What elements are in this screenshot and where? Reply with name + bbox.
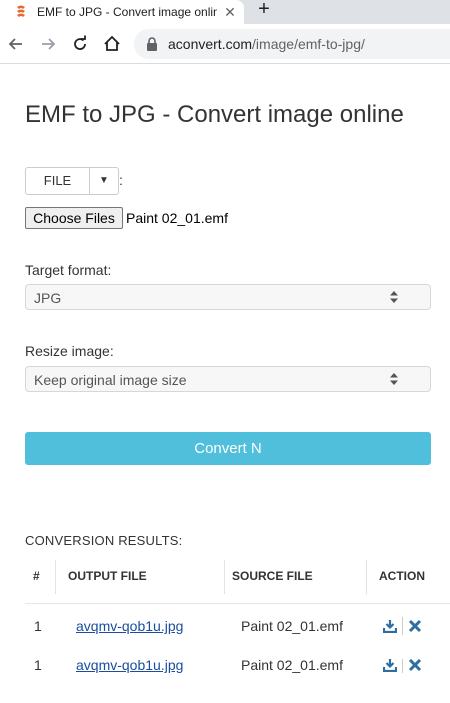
column-divider xyxy=(366,560,367,594)
action-divider xyxy=(402,617,403,635)
tab-strip: EMF to JPG - Convert image online ✕ + xyxy=(0,0,450,24)
target-format-value: JPG xyxy=(34,290,62,306)
choose-files-button[interactable]: Choose Files xyxy=(25,207,123,229)
browser-toolbar: aconvert.com/image/emf-to-jpg/ xyxy=(0,24,450,64)
file-source-dropdown[interactable]: FILE ▼ xyxy=(25,167,119,195)
tab-title: EMF to JPG - Convert image online xyxy=(37,5,217,19)
output-file-link[interactable]: avqmv-qob1u.jpg xyxy=(76,659,183,673)
source-file-name: Paint 02_01.emf xyxy=(241,618,343,634)
forward-icon[interactable] xyxy=(38,34,58,54)
column-header-index: # xyxy=(33,569,40,583)
row-index: 1 xyxy=(34,659,42,673)
close-icon[interactable]: ✕ xyxy=(222,4,238,20)
select-arrows-icon xyxy=(390,291,398,303)
output-file-link[interactable]: avqmv-qob1u.jpg xyxy=(76,618,183,634)
target-format-label: Target format: xyxy=(25,262,112,278)
url-text[interactable]: aconvert.com/image/emf-to-jpg/ xyxy=(168,35,365,53)
page-title: EMF to JPG - Convert image online xyxy=(25,101,404,128)
home-icon[interactable] xyxy=(102,34,122,54)
url-path: /image/emf-to-jpg/ xyxy=(252,36,365,52)
select-arrows-icon xyxy=(390,373,398,385)
table-row: 1 avqmv-qob1u.jpg Paint 02_01.emf xyxy=(0,659,450,673)
column-header-source-file: SOURCE FILE xyxy=(232,569,313,583)
download-icon[interactable] xyxy=(383,659,397,672)
resize-image-select[interactable]: Keep original image size xyxy=(25,366,431,392)
file-colon: : xyxy=(119,172,123,188)
table-header-divider xyxy=(25,603,450,604)
download-icon[interactable] xyxy=(383,619,397,633)
resize-image-value: Keep original image size xyxy=(34,372,187,388)
browser-tab[interactable]: EMF to JPG - Convert image online ✕ xyxy=(0,0,244,24)
resize-image-label: Resize image: xyxy=(25,343,114,359)
convert-button[interactable]: Convert N xyxy=(25,432,431,465)
reload-icon[interactable] xyxy=(70,34,90,54)
delete-icon[interactable] xyxy=(408,619,422,633)
column-header-action: ACTION xyxy=(379,569,425,583)
target-format-select[interactable]: JPG xyxy=(25,284,431,310)
back-icon[interactable] xyxy=(6,34,26,54)
source-file-name: Paint 02_01.emf xyxy=(241,659,343,673)
lock-icon[interactable] xyxy=(146,37,158,51)
chosen-file-name: Paint 02_01.emf xyxy=(126,210,228,226)
file-source-button[interactable]: FILE xyxy=(26,168,90,194)
favicon-icon xyxy=(17,5,25,17)
action-divider xyxy=(402,659,403,673)
address-bar[interactable]: aconvert.com/image/emf-to-jpg/ xyxy=(134,29,450,59)
delete-icon[interactable] xyxy=(408,659,422,672)
column-divider xyxy=(55,560,56,594)
row-index: 1 xyxy=(34,618,42,634)
url-domain: aconvert.com xyxy=(168,36,253,52)
plus-icon[interactable]: + xyxy=(254,0,274,20)
conversion-results-heading: CONVERSION RESULTS: xyxy=(25,533,183,548)
column-divider xyxy=(224,560,225,594)
column-header-output-file: OUTPUT FILE xyxy=(68,569,147,583)
caret-down-icon[interactable]: ▼ xyxy=(90,168,118,194)
